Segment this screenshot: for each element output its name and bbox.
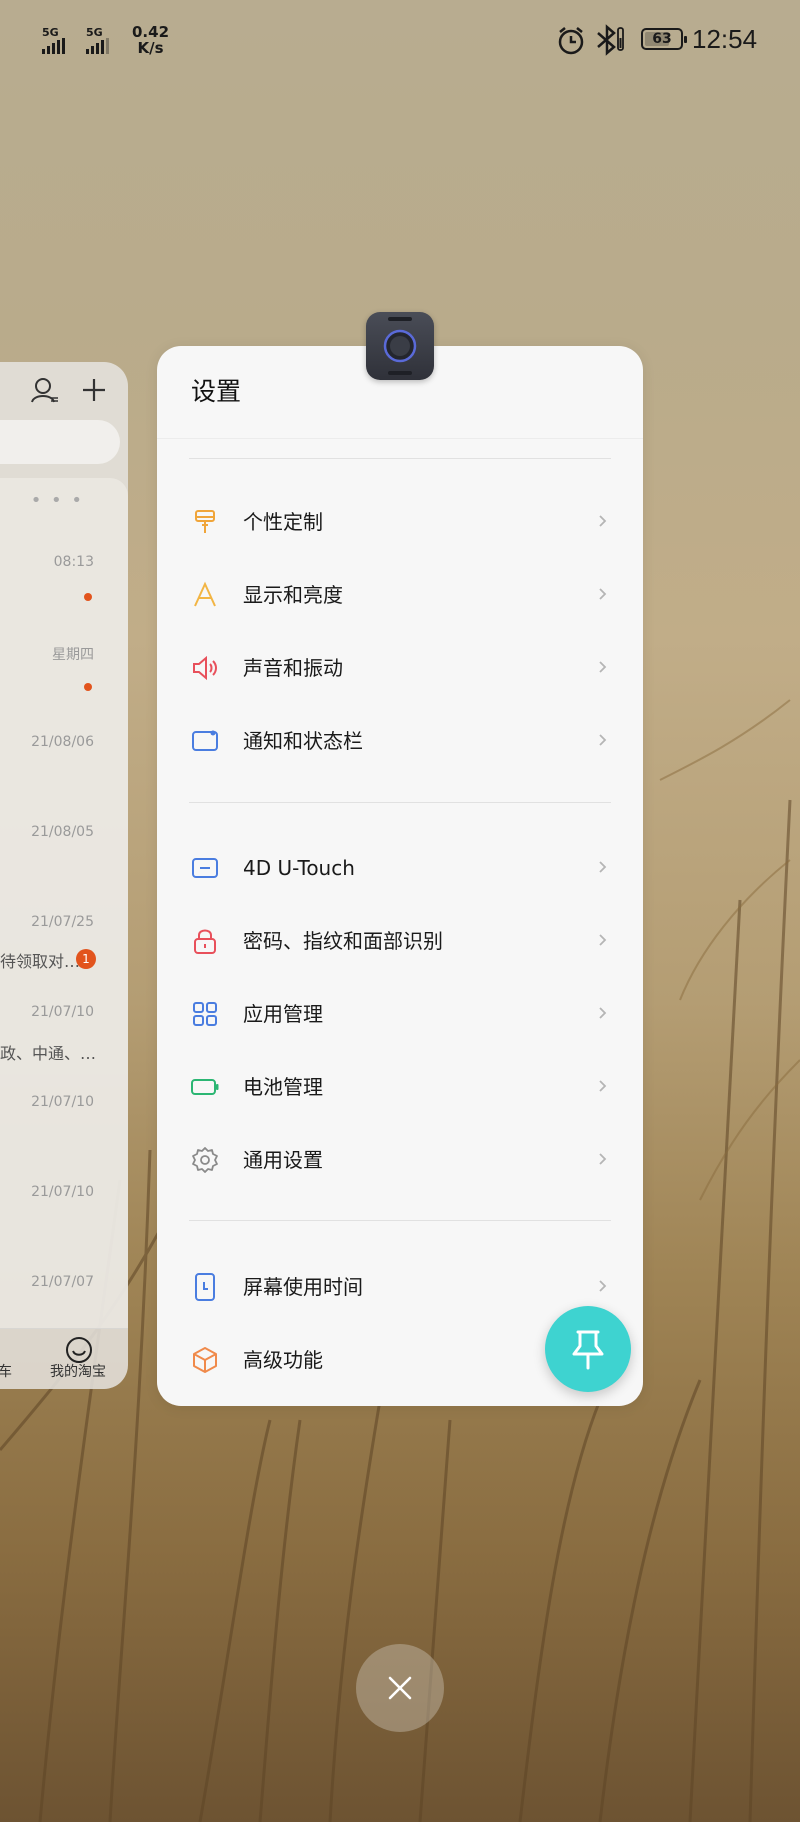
group-divider [189, 458, 611, 459]
chevron-right-icon [599, 1080, 607, 1092]
list-item-time: 21/08/05 [31, 824, 94, 840]
message-list [0, 478, 128, 1328]
settings-logo-icon [383, 317, 417, 375]
settings-item-label: 高级功能 [243, 1348, 323, 1372]
settings-item-label: 声音和振动 [243, 656, 343, 680]
clear-all-button[interactable] [356, 1644, 444, 1732]
settings-item-label: 通知和状态栏 [243, 729, 363, 753]
list-item-time: 21/07/10 [31, 1004, 94, 1020]
network-speed-unit: K/s [137, 39, 164, 57]
battery-level: 63 [652, 31, 672, 47]
settings-app-icon[interactable] [366, 312, 434, 380]
unread-dot [84, 593, 92, 601]
group-divider [189, 1220, 611, 1221]
settings-item-security[interactable]: 密码、指纹和面部识别 [157, 906, 643, 976]
tab-my-taobao-label: 我的淘宝 [50, 1364, 106, 1380]
contacts-icon [31, 378, 58, 403]
taobao-tab-bar: 车 我的淘宝 [0, 1328, 128, 1389]
lock-icon [194, 929, 216, 954]
chevron-right-icon [599, 1280, 607, 1292]
chevron-right-icon [599, 1153, 607, 1165]
settings-item-general[interactable]: 通用设置 [157, 1125, 643, 1195]
settings-item-label: 个性定制 [243, 510, 323, 534]
settings-item-label: 显示和亮度 [243, 583, 343, 607]
settings-item-notifications[interactable]: 通知和状态栏 [157, 706, 643, 776]
settings-item-label: 应用管理 [243, 1002, 323, 1026]
taobao-topbar [0, 362, 128, 422]
list-item-snippet: 政、中通、… [0, 1044, 97, 1063]
group-divider [189, 802, 611, 803]
chevron-right-icon [599, 1007, 607, 1019]
network-speed-value: 0.42 [132, 23, 170, 41]
brush-icon [195, 510, 215, 533]
settings-item-display[interactable]: 显示和亮度 [157, 560, 643, 630]
list-item-time: 21/08/06 [31, 734, 94, 750]
bluetooth-icon [597, 24, 624, 56]
speaker-icon [193, 655, 217, 681]
chevron-right-icon [599, 934, 607, 946]
display-brightness-icon [194, 581, 216, 607]
sim1-signal-icon: 5G [42, 26, 76, 56]
settings-item-sound[interactable]: 声音和振动 [157, 633, 643, 703]
settings-item-label: 密码、指纹和面部识别 [243, 929, 443, 953]
gear-icon [192, 1147, 218, 1173]
settings-item-label: 通用设置 [243, 1148, 323, 1172]
unread-badge: 1 [76, 949, 96, 969]
plus-icon [83, 379, 105, 401]
close-icon [388, 1676, 412, 1700]
chevron-right-icon [599, 734, 607, 746]
apps-grid-icon [193, 1002, 217, 1026]
notification-icon [192, 730, 218, 751]
chevron-right-icon [599, 588, 607, 600]
settings-item-label: 屏幕使用时间 [243, 1275, 363, 1299]
pin-app-button[interactable] [545, 1306, 631, 1392]
list-item-time: 08:13 [53, 554, 94, 570]
pin-icon [572, 1330, 604, 1370]
cube-icon [193, 1347, 217, 1373]
list-item-time: 21/07/25 [31, 914, 94, 930]
settings-item-label: 4D U-Touch [243, 856, 355, 880]
alarm-icon [558, 27, 584, 55]
settings-item-battery[interactable]: 电池管理 [157, 1052, 643, 1122]
tab-cart-label: 车 [0, 1364, 12, 1380]
sim2-signal-icon: 5G [86, 26, 120, 56]
list-item-time: 21/07/07 [31, 1274, 94, 1290]
settings-item-apps[interactable]: 应用管理 [157, 979, 643, 1049]
list-item-time: 21/07/10 [31, 1094, 94, 1110]
network-speed: 0.42 K/s [132, 24, 169, 56]
header-divider [157, 438, 643, 439]
settings-item-personalize[interactable]: 个性定制 [157, 487, 643, 557]
settings-item-utouch[interactable]: 4D U-Touch [157, 833, 643, 903]
chevron-right-icon [599, 861, 607, 873]
status-bar: 5G 5G 0.42 K/s 63 12:54 [0, 0, 800, 80]
chevron-right-icon [599, 661, 607, 673]
utouch-icon [192, 858, 218, 878]
list-item-time: 星期四 [52, 647, 94, 663]
recent-app-card-taobao[interactable]: • • • 08:13 星期四 21/08/06 21/08/05 21/07/… [0, 362, 128, 1389]
clock: 12:54 [692, 24, 758, 54]
more-dots-icon: • • • [30, 490, 84, 511]
list-item-snippet: 待领取对… [0, 952, 81, 971]
unread-dot [84, 683, 92, 691]
search-bar [0, 420, 120, 464]
card-title: 设置 [191, 377, 242, 406]
chevron-right-icon [599, 515, 607, 527]
list-item-time: 21/07/10 [31, 1184, 94, 1200]
battery-icon [191, 1079, 219, 1095]
battery-indicator: 63 [641, 28, 687, 50]
settings-item-label: 电池管理 [243, 1075, 323, 1099]
screen-time-icon [195, 1273, 215, 1301]
recent-app-card-settings[interactable]: 设置 个性定制 显示和亮度 声音和振动 通知和状态栏 4D U-Touch 密码… [157, 346, 643, 1406]
